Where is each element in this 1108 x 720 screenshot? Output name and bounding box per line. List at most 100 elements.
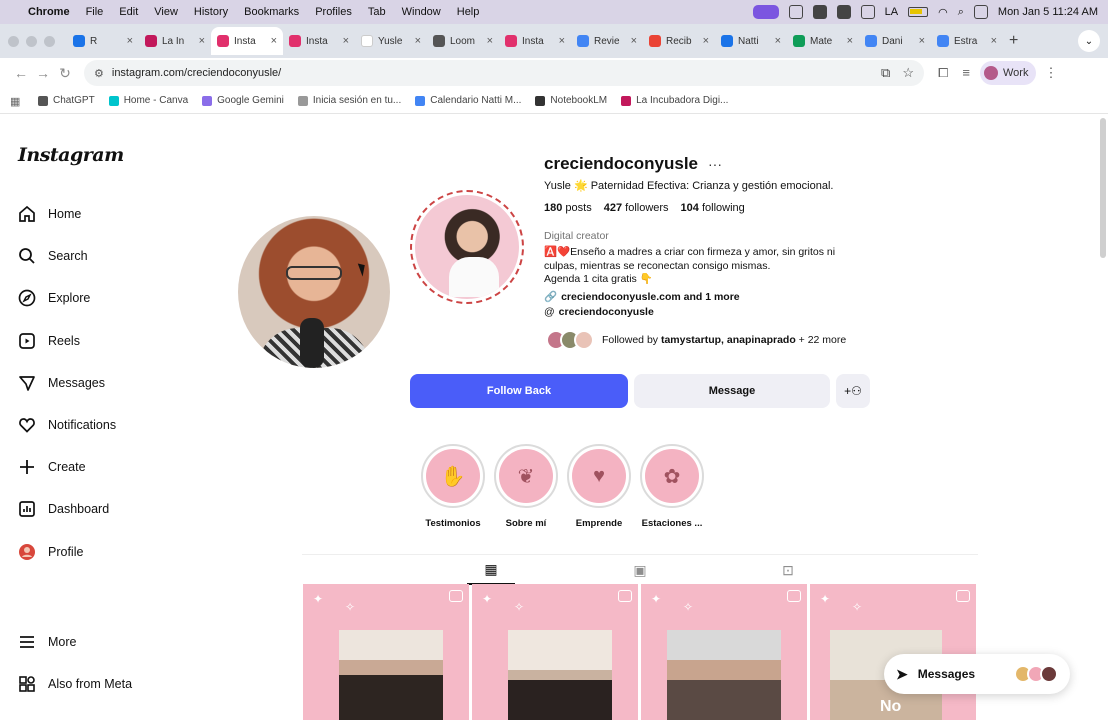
close-tab-icon[interactable]: × [559,35,565,47]
more-options-icon[interactable]: ··· [708,156,722,172]
reading-list-icon[interactable]: ≡ [962,65,970,81]
sidebar-item-notifications[interactable]: Notifications [18,415,116,435]
post-thumbnail[interactable]: ✦ ✧ [303,584,469,720]
post-thumbnail[interactable]: ✦ ✧ No [810,584,976,720]
close-tab-icon[interactable]: × [991,35,997,47]
bookmark-item[interactable]: NotebookLM [535,95,607,106]
control-center-icon[interactable] [973,5,988,19]
profile-chip[interactable]: Work [980,61,1037,85]
close-tab-icon[interactable]: × [343,35,349,47]
menu-profiles[interactable]: Profiles [315,6,352,18]
browser-tab[interactable]: Mate × [787,27,859,55]
close-window-button[interactable] [8,35,19,47]
apps-grid-icon[interactable]: ▦ [10,95,22,108]
tab-reels[interactable]: ▣ [616,555,664,585]
browser-tab[interactable]: Estra × [931,27,1003,55]
browser-tab[interactable]: Yusle × [355,27,427,55]
sidebar-item-more[interactable]: More [18,632,76,652]
bookmark-item[interactable]: Inicia sesión en tu... [297,95,401,106]
close-tab-icon[interactable]: × [127,35,133,47]
menu-bookmarks[interactable]: Bookmarks [244,6,299,18]
play-icon[interactable] [836,5,851,19]
address-bar-url[interactable]: instagram.com/creciendoconyusle/ [112,67,281,79]
browser-tab[interactable]: Recib × [643,27,715,55]
story-highlight[interactable]: ❦ Sobre mí [494,444,558,529]
follow-back-button[interactable]: Follow Back [410,374,628,408]
install-app-icon[interactable]: ⧉ [881,65,890,81]
bookmark-star-icon[interactable]: ☆ [902,65,914,81]
minimize-window-button[interactable] [26,35,37,47]
browser-tab[interactable]: Loom × [427,27,499,55]
sidebar-item-create[interactable]: Create [18,457,86,477]
browser-tab[interactable]: Natti × [715,27,787,55]
close-tab-icon[interactable]: × [199,35,205,47]
menu-app-name[interactable]: Chrome [28,6,70,18]
site-info-icon[interactable]: ⚙ [94,67,104,80]
wifi-icon[interactable]: ◠ [938,6,948,19]
menu-edit[interactable]: Edit [119,6,138,18]
page-scrollbar[interactable] [1100,118,1106,258]
menu-window[interactable]: Window [402,6,441,18]
browser-tab[interactable]: Insta × [211,27,283,55]
spotlight-search-icon[interactable]: ⌕ [958,6,964,19]
close-tab-icon[interactable]: × [775,35,781,47]
extensions-icon[interactable]: ⧠ [938,65,948,81]
sidebar-item-dashboard[interactable]: Dashboard [18,499,109,519]
menu-help[interactable]: Help [457,6,480,18]
suggest-accounts-button[interactable]: +⚇ [836,374,870,408]
browser-tab[interactable]: Revie × [571,27,643,55]
threads-link[interactable]: @ creciendoconyusle [544,306,654,318]
forward-icon[interactable]: → [32,65,54,81]
sidebar-item-messages[interactable]: Messages [18,373,105,393]
sidebar-item-search[interactable]: Search [18,246,88,266]
sidebar-item-explore[interactable]: Explore [18,288,90,308]
browser-tab[interactable]: La In × [139,27,211,55]
story-highlight[interactable]: ✿ Estaciones ... [640,444,704,529]
browser-tab[interactable]: Insta × [499,27,571,55]
moon-icon[interactable] [860,5,875,19]
tab-posts-grid[interactable]: ▦ [467,555,515,585]
fullscreen-window-button[interactable] [44,35,55,47]
bookmark-item[interactable]: La Incubadora Digi... [621,95,728,106]
bookmark-item[interactable]: Google Gemini [202,95,284,106]
close-tab-icon[interactable]: × [487,35,493,47]
bookmark-item[interactable]: Calendario Natti M... [415,95,521,106]
story-highlight[interactable]: ✋ Testimonios [421,444,485,529]
sidebar-item-profile[interactable]: Profile [18,542,83,562]
tab-search-icon[interactable]: ⌄ [1078,30,1100,52]
menu-history[interactable]: History [194,6,228,18]
story-highlight[interactable]: ♥ Emprende [567,444,631,529]
messages-floating-button[interactable]: ➤ Messages [884,654,1070,694]
browser-tab[interactable]: Insta × [283,27,355,55]
browser-tab[interactable]: R × [67,27,139,55]
sidebar-item-reels[interactable]: Reels [18,331,80,351]
reload-icon[interactable]: ↻ [54,65,76,82]
app-status-icon[interactable] [788,5,803,19]
sidebar-item-home[interactable]: Home [18,204,81,224]
post-thumbnail[interactable]: ✦ ✧ [472,584,638,720]
message-button[interactable]: Message [634,374,830,408]
close-tab-icon[interactable]: × [703,35,709,47]
screen-share-icon[interactable] [752,5,779,19]
chrome-menu-icon[interactable]: ⋮ [1044,65,1057,81]
following-stat[interactable]: 104 following [681,202,745,214]
battery-icon[interactable] [908,7,929,17]
tab-tagged[interactable]: ⊡ [764,555,812,585]
bookmark-item[interactable]: ChatGPT [38,95,95,106]
new-tab-button[interactable]: + [1009,32,1018,50]
close-tab-icon[interactable]: × [271,35,277,47]
address-bar[interactable]: ⚙ instagram.com/creciendoconyusle/ ⧉ ☆ [84,60,924,86]
status-app-icon[interactable] [812,5,827,19]
post-thumbnail[interactable]: ✦ ✧ [641,584,807,720]
bookmark-item[interactable]: Home - Canva [108,95,188,106]
close-tab-icon[interactable]: × [631,35,637,47]
back-icon[interactable]: ← [10,65,32,81]
profile-avatar[interactable] [410,190,524,304]
menu-clock[interactable]: Mon Jan 5 11:24 AM [998,6,1098,18]
menu-tab[interactable]: Tab [368,6,386,18]
followed-by[interactable]: Followed by tamystartup, anapinaprado + … [546,330,846,350]
followers-stat[interactable]: 427 followers [604,202,669,214]
profile-website-link[interactable]: 🔗 creciendoconyusle.com and 1 more [544,290,740,304]
instagram-logo[interactable]: Instagram [18,144,124,166]
close-tab-icon[interactable]: × [415,35,421,47]
